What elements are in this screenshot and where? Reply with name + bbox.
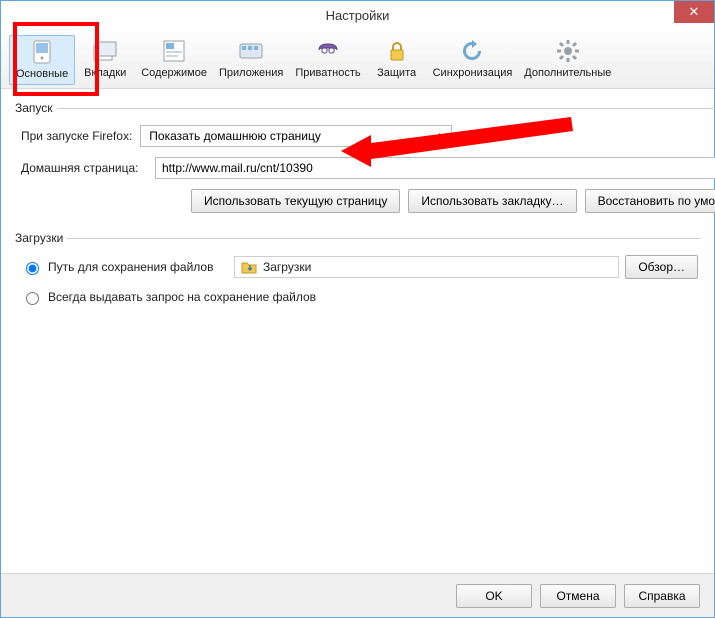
downloads-legend: Загрузки xyxy=(15,231,67,245)
window-title: Настройки xyxy=(326,8,390,23)
tabs-icon xyxy=(91,37,119,65)
tab-label: Вкладки xyxy=(84,67,126,79)
tab-label: Дополнительные xyxy=(524,67,611,79)
close-button[interactable]: ✕ xyxy=(674,1,714,23)
when-firefox-starts-select[interactable]: Показать домашнюю страницу xyxy=(140,125,452,147)
tab-content[interactable]: Содержимое xyxy=(135,35,213,83)
startup-group: Запуск При запуске Firefox: Показать дом… xyxy=(15,101,715,217)
use-current-page-button[interactable]: Использовать текущую страницу xyxy=(191,189,400,213)
downloads-folder-name: Загрузки xyxy=(263,260,311,274)
content-icon xyxy=(160,37,188,65)
tab-advanced[interactable]: Дополнительные xyxy=(518,35,617,83)
tab-label: Приложения xyxy=(219,67,283,79)
use-bookmark-button[interactable]: Использовать закладку… xyxy=(408,189,576,213)
tab-general[interactable]: Основные xyxy=(9,35,75,85)
tab-security[interactable]: Защита xyxy=(367,35,427,83)
downloads-folder-display: Загрузки xyxy=(234,256,619,278)
homepage-label: Домашняя страница: xyxy=(21,161,147,175)
restore-default-button[interactable]: Восстановить по умолчанию xyxy=(585,189,715,213)
tab-label: Основные xyxy=(16,68,68,80)
tab-tabs[interactable]: Вкладки xyxy=(75,35,135,83)
help-button[interactable]: Справка xyxy=(624,584,700,608)
applications-icon xyxy=(237,37,265,65)
tab-applications[interactable]: Приложения xyxy=(213,35,289,83)
ok-button[interactable]: OK xyxy=(456,584,532,608)
folder-icon xyxy=(241,260,257,274)
cancel-button[interactable]: Отмена xyxy=(540,584,616,608)
tab-label: Содержимое xyxy=(141,67,207,79)
save-to-label: Путь для сохранения файлов xyxy=(48,260,228,274)
when-firefox-starts-label: При запуске Firefox: xyxy=(21,129,132,143)
homepage-input[interactable] xyxy=(155,157,715,179)
close-icon: ✕ xyxy=(689,4,700,19)
privacy-icon xyxy=(314,37,342,65)
general-icon xyxy=(28,38,56,66)
save-to-radio[interactable] xyxy=(26,262,39,275)
tab-label: Защита xyxy=(377,67,416,79)
content-area: Запуск При запуске Firefox: Показать дом… xyxy=(1,89,714,345)
security-icon xyxy=(383,37,411,65)
sync-icon xyxy=(458,37,486,65)
tab-label: Приватность xyxy=(295,67,360,79)
tab-sync[interactable]: Синхронизация xyxy=(427,35,519,83)
titlebar: Настройки ✕ xyxy=(1,1,714,31)
startup-legend: Запуск xyxy=(15,101,57,115)
footer: OK Отмена Справка xyxy=(1,573,714,617)
tab-privacy[interactable]: Приватность xyxy=(289,35,366,83)
browse-button[interactable]: Обзор… xyxy=(625,255,698,279)
always-ask-radio[interactable] xyxy=(26,292,39,305)
tab-label: Синхронизация xyxy=(433,67,513,79)
advanced-icon xyxy=(554,37,582,65)
always-ask-label: Всегда выдавать запрос на сохранение фай… xyxy=(48,290,316,304)
downloads-group: Загрузки Путь для сохранения файлов Загр… xyxy=(15,231,700,319)
toolbar: Основные Вкладки Содержимое Приложения П… xyxy=(1,31,714,89)
